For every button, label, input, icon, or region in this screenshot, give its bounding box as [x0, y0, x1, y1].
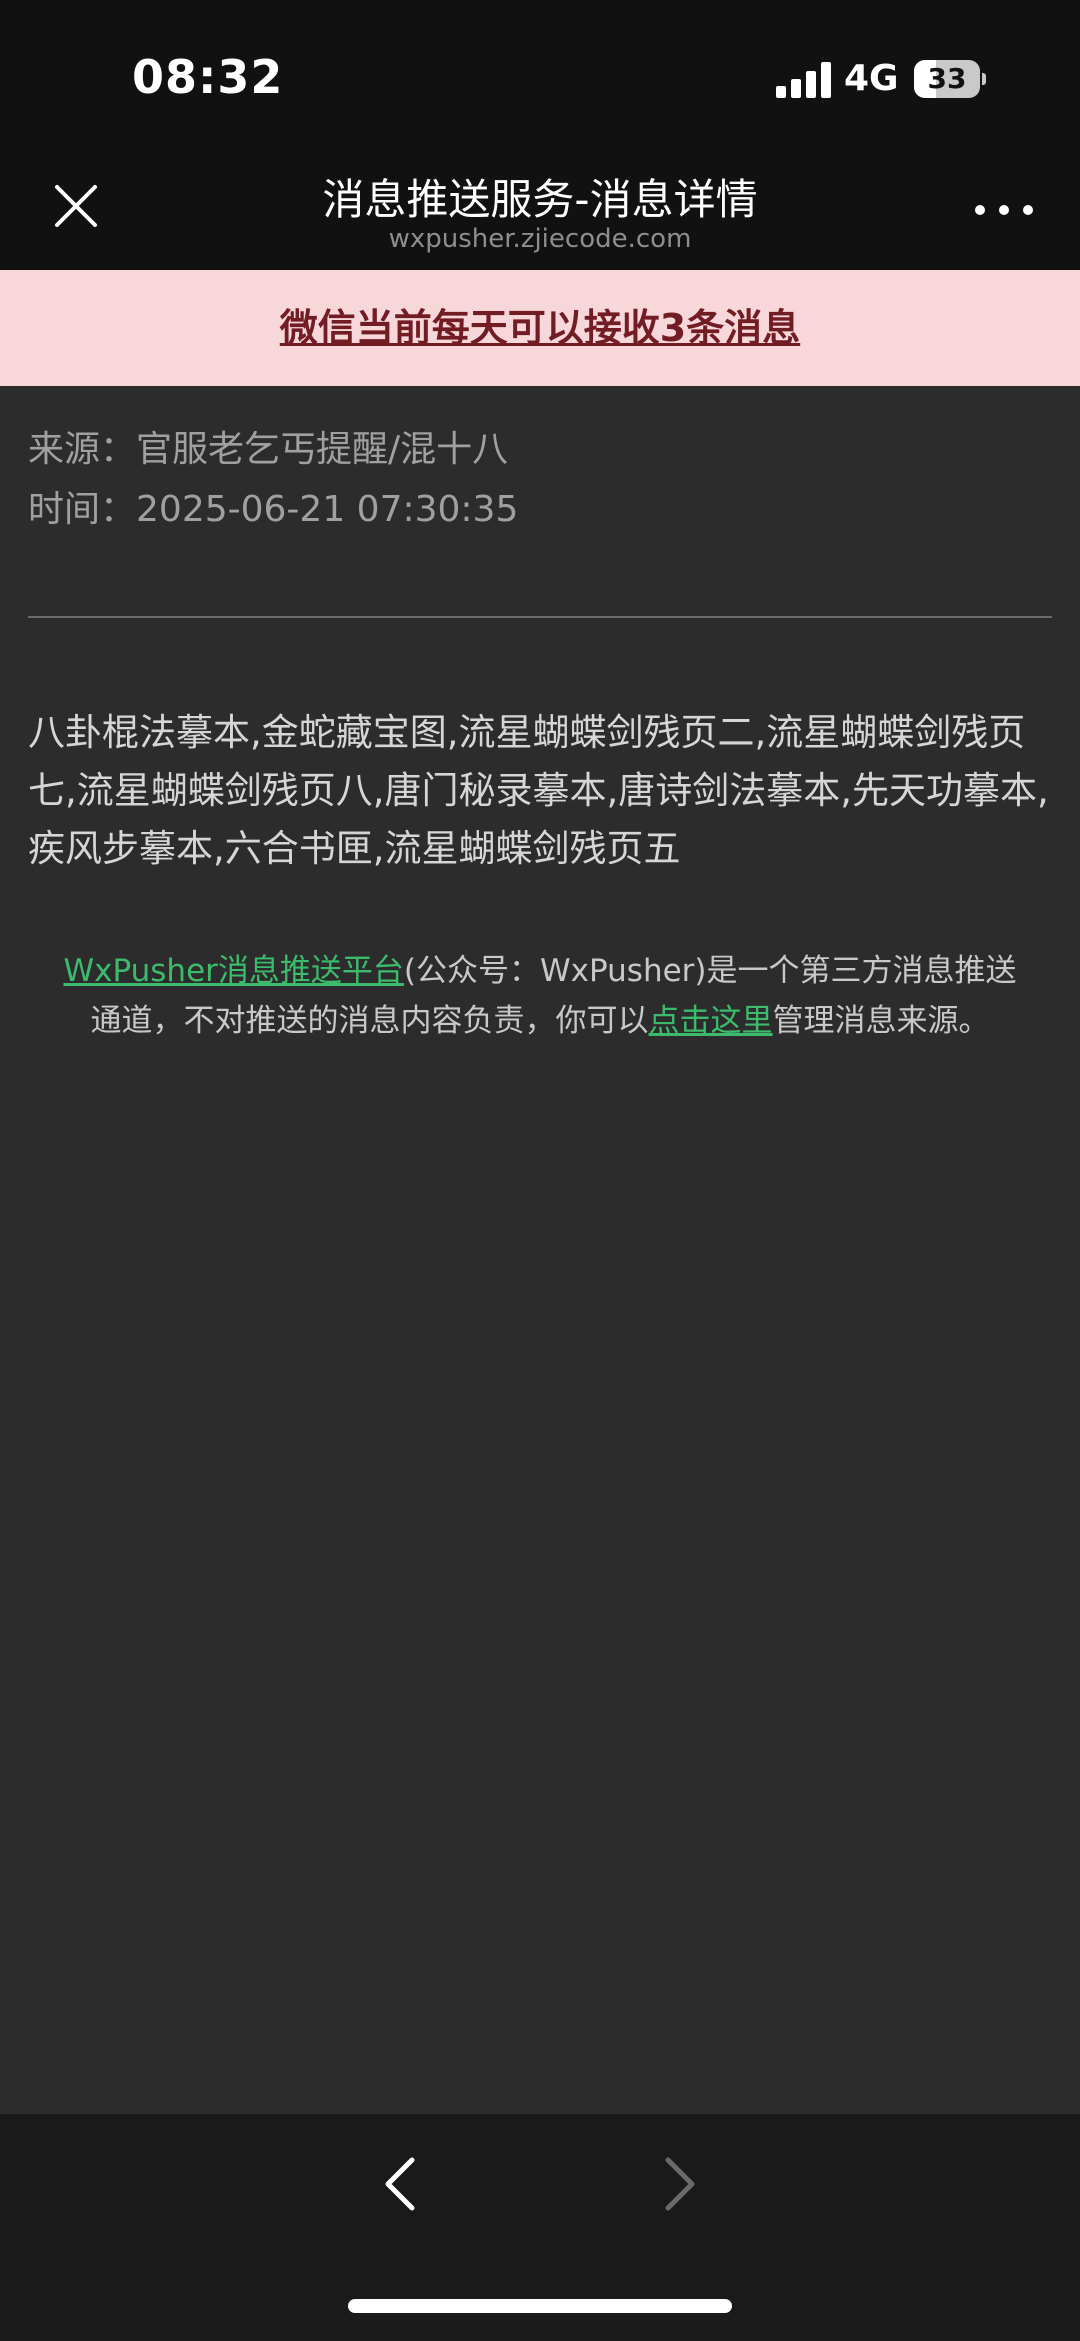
time-value: 2025-06-21 07:30:35 [136, 489, 519, 530]
message-body: 八卦棍法摹本,金蛇藏宝图,流星蝴蝶剑残页二,流星蝴蝶剑残页七,流星蝴蝶剑残页八,… [28, 711, 1049, 870]
battery-tip [982, 73, 986, 85]
home-indicator[interactable] [348, 2299, 732, 2313]
manage-source-link[interactable]: 点击这里 [649, 1003, 773, 1039]
chevron-left-icon [385, 2157, 415, 2211]
nav-header: 消息推送服务-消息详情 wxpusher.zjiecode.com [0, 160, 1080, 270]
footer-text-2: 管理消息来源。 [772, 1003, 990, 1039]
quota-banner: 微信当前每天可以接收3条消息 [0, 270, 1080, 386]
back-button[interactable] [370, 2144, 430, 2224]
battery-icon: 33 [914, 60, 986, 98]
platform-link[interactable]: WxPusher消息推送平台 [63, 953, 403, 989]
more-dots-icon [975, 205, 1033, 215]
more-button[interactable] [964, 180, 1044, 240]
message-time: 时间：2025-06-21 07:30:35 [28, 480, 518, 532]
network-type: 4G [844, 58, 899, 99]
chevron-right-icon [665, 2157, 695, 2211]
source-label: 来源： [28, 429, 137, 470]
battery-body: 33 [914, 60, 980, 98]
message-source: 来源：官服老乞丐提醒/混十八 [28, 420, 508, 472]
forward-button[interactable] [650, 2144, 710, 2224]
status-time: 08:32 [132, 50, 284, 104]
close-button[interactable] [40, 170, 112, 242]
screen: 08:32 4G 33 消息推送服务-消息详情 wxpusher.zjiecod… [0, 0, 1080, 2341]
battery-level: 33 [927, 62, 967, 95]
status-bar: 08:32 4G 33 [0, 0, 1080, 160]
source-value: 官服老乞丐提醒/混十八 [136, 429, 509, 470]
page-title: 消息推送服务-消息详情 [322, 175, 758, 224]
page-domain: wxpusher.zjiecode.com [388, 224, 692, 254]
close-icon [55, 185, 97, 227]
footer-note: WxPusher消息推送平台(公众号：WxPusher)是一个第三方消息推送通道… [50, 946, 1030, 1046]
signal-bars-icon [776, 62, 831, 98]
divider [28, 616, 1052, 618]
time-label: 时间： [28, 489, 137, 530]
quota-banner-link[interactable]: 微信当前每天可以接收3条消息 [0, 270, 1080, 386]
